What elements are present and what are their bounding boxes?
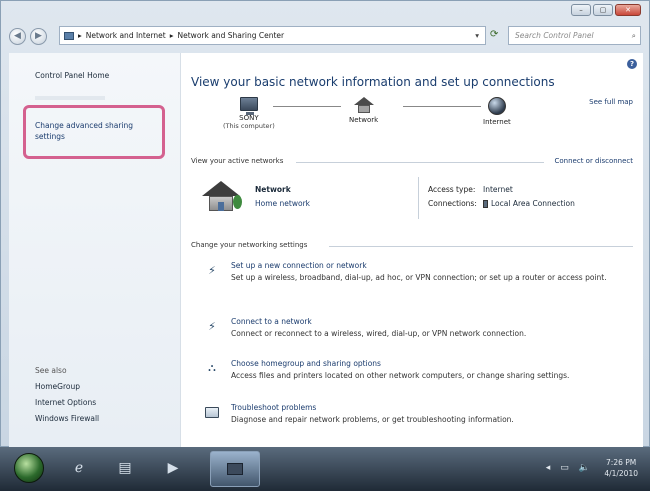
start-button[interactable]	[14, 453, 44, 483]
obscured-link	[35, 96, 105, 100]
title-bar[interactable]: – ▢ ✕	[1, 1, 649, 23]
map-node-network[interactable]: Network	[349, 97, 378, 124]
task-new-connection[interactable]: ⚡ Set up a new connection or network Set…	[203, 261, 635, 283]
map-node-computer[interactable]: SONY (This computer)	[223, 97, 275, 130]
map-connector	[273, 106, 341, 107]
internet-explorer-icon[interactable]: ℯ	[66, 455, 92, 481]
network-computer-icon	[227, 463, 243, 475]
divider	[329, 246, 633, 247]
search-input[interactable]: Search Control Panel ⌕	[508, 26, 641, 45]
file-explorer-icon[interactable]: ▤	[112, 455, 138, 481]
clock-time: 7:26 PM	[606, 458, 637, 467]
tray-up-arrow-icon[interactable]: ◂	[546, 463, 551, 473]
volume-icon[interactable]: 🔈	[579, 463, 590, 473]
window-controls: – ▢ ✕	[571, 4, 641, 16]
navigation-bar: ◀ ▶ ▸ Network and Internet ▸ Network and…	[9, 26, 641, 46]
task-connect-to-network[interactable]: ⚡ Connect to a network Connect or reconn…	[203, 317, 635, 339]
network-adapter-icon	[483, 199, 488, 208]
internet-options-link[interactable]: Internet Options	[35, 398, 96, 407]
task-title[interactable]: Choose homegroup and sharing options	[231, 359, 569, 368]
breadcrumb-separator: ▸	[169, 31, 174, 40]
active-network-name[interactable]: Network	[255, 185, 291, 194]
map-node-internet[interactable]: Internet	[483, 97, 511, 126]
page-title: View your basic network information and …	[191, 75, 555, 89]
control-panel-home-link[interactable]: Control Panel Home	[35, 71, 109, 80]
back-button[interactable]: ◀	[9, 27, 26, 45]
home-network-icon[interactable]	[202, 179, 242, 213]
minimize-button[interactable]: –	[571, 4, 591, 16]
address-dropdown-icon[interactable]: ▾	[475, 31, 479, 40]
task-title[interactable]: Connect to a network	[231, 317, 526, 326]
refresh-icon[interactable]: ⟳	[490, 29, 504, 43]
system-tray: ◂ ▭ 🔈	[546, 463, 590, 473]
network-tray-icon[interactable]: ▭	[560, 463, 569, 473]
task-title[interactable]: Set up a new connection or network	[231, 261, 607, 270]
task-title[interactable]: Troubleshoot problems	[231, 403, 514, 412]
access-type-value: Internet	[483, 185, 513, 194]
map-connector	[403, 106, 481, 107]
media-player-icon[interactable]: ▶	[160, 455, 186, 481]
task-description: Set up a wireless, broadband, dial-up, a…	[231, 273, 607, 282]
taskbar: ℯ ▤ ▶ ◂ ▭ 🔈 7:26 PM 4/1/2010	[0, 447, 650, 491]
explorer-window: – ▢ ✕ ◀ ▶ ▸ Network and Internet ▸ Netwo…	[0, 0, 650, 448]
help-icon[interactable]: ?	[627, 59, 637, 69]
connect-network-icon: ⚡	[208, 319, 216, 333]
task-description: Connect or reconnect to a wireless, wire…	[231, 329, 527, 338]
divider	[418, 177, 419, 219]
network-name: Network	[349, 116, 379, 124]
networking-settings-heading: Change your networking settings	[191, 241, 308, 249]
connections-value-wrap[interactable]: Local Area Connection	[483, 199, 575, 208]
homegroup-icon: ⛬	[208, 361, 216, 374]
search-icon[interactable]: ⌕	[632, 31, 636, 41]
network-icon	[353, 97, 374, 113]
task-description: Diagnose and repair network problems, or…	[231, 415, 514, 424]
network-folder-icon	[64, 31, 74, 40]
breadcrumb-network-and-sharing-center[interactable]: Network and Sharing Center	[178, 31, 285, 40]
close-button[interactable]: ✕	[615, 4, 641, 16]
forward-button[interactable]: ▶	[30, 27, 47, 45]
computer-name: SONY	[239, 114, 259, 122]
globe-icon	[487, 97, 506, 115]
maximize-button[interactable]: ▢	[593, 4, 613, 16]
windows-firewall-link[interactable]: Windows Firewall	[35, 414, 99, 423]
divider	[296, 162, 544, 163]
connections-value[interactable]: Local Area Connection	[491, 199, 575, 208]
address-bar[interactable]: ▸ Network and Internet ▸ Network and Sha…	[59, 26, 486, 45]
active-networks-heading: View your active networks	[191, 157, 284, 165]
connections-row: Connections: Local Area Connection	[428, 199, 575, 208]
main-content: ? View your basic network information an…	[181, 53, 643, 448]
clock[interactable]: 7:26 PM 4/1/2010	[604, 457, 638, 479]
homegroup-link[interactable]: HomeGroup	[35, 382, 80, 391]
breadcrumb-network-and-internet[interactable]: Network and Internet	[86, 31, 166, 40]
see-also-heading: See also	[35, 366, 67, 375]
search-placeholder: Search Control Panel	[515, 31, 594, 40]
task-pane: Control Panel Home Change advanced shari…	[9, 53, 181, 448]
access-type-row: Access type: Internet	[428, 185, 513, 194]
task-homegroup-sharing[interactable]: ⛬ Choose homegroup and sharing options A…	[203, 359, 635, 381]
clock-date: 4/1/2010	[604, 469, 638, 478]
task-description: Access files and printers located on oth…	[231, 371, 570, 380]
connections-label: Connections:	[428, 199, 477, 208]
network-sharing-center-taskbar-button[interactable]	[210, 451, 260, 487]
troubleshoot-icon	[203, 403, 221, 421]
change-advanced-sharing-settings-link[interactable]: Change advanced sharing settings	[35, 120, 155, 142]
computer-sub: (This computer)	[223, 122, 275, 130]
connect-or-disconnect-link[interactable]: Connect or disconnect	[555, 157, 634, 165]
access-type-label: Access type:	[428, 185, 476, 194]
task-troubleshoot[interactable]: Troubleshoot problems Diagnose and repai…	[203, 403, 635, 425]
breadcrumb-separator: ▸	[78, 31, 82, 40]
network-type-link[interactable]: Home network	[255, 199, 310, 208]
computer-icon	[239, 97, 258, 115]
see-full-map-link[interactable]: See full map	[589, 98, 633, 106]
new-connection-icon: ⚡	[208, 263, 216, 277]
internet-name: Internet	[483, 118, 511, 126]
